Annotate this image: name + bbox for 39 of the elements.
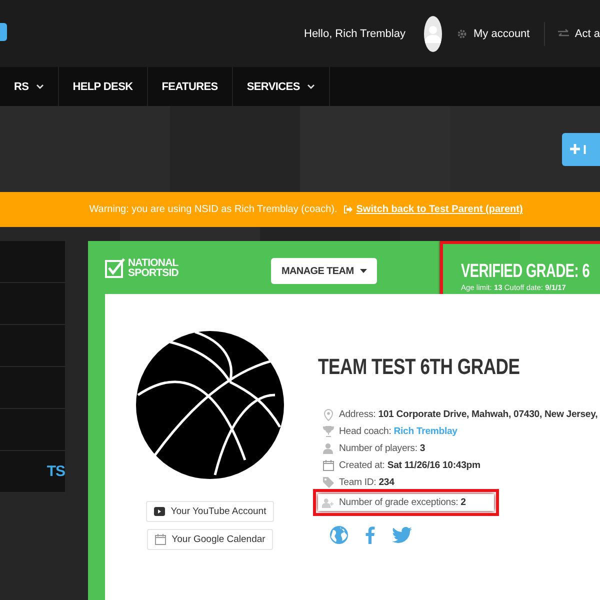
plus-icon [570,144,580,154]
twitter-icon[interactable] [392,527,412,543]
video-icon [154,507,165,516]
user-icon [323,443,333,454]
avatar[interactable] [424,16,442,52]
chevron-down-icon [306,84,315,89]
swap-arrows-icon [558,29,569,38]
checkbox-icon [105,258,125,278]
detail-text: Created at: Sat 11/26/16 10:43pm [339,460,480,471]
detail-text: Team ID: 234 [339,477,394,488]
link-button[interactable]: Your Google Calendar [146,529,274,550]
calendar-icon [154,534,166,545]
link-button[interactable]: Your YouTube Account [146,501,274,522]
act-as-link[interactable]: Act a [558,28,600,40]
map-pin-icon [324,408,332,420]
logo-fragment[interactable] [0,23,7,41]
warning-text: Warning: you are using NSID as Rich Tremblay (coach). [89,204,338,215]
tag-icon [322,477,334,488]
detail-text: Number of grade exceptions: 2 [339,497,466,508]
facebook-icon[interactable] [365,526,375,544]
chevron-down-icon [36,84,44,89]
add-user-icon [322,498,334,508]
settings-icon [457,28,468,38]
team-name: TEAM TEST 6TH GRADE [318,355,520,379]
verified-grade-title: VERIFIED GRADE: 6 [461,262,590,282]
trophy-icon [322,426,334,437]
detail-text: Number of players: 3 [339,443,426,454]
globe-icon[interactable] [330,526,348,544]
detail-text: Head coach: Rich Tremblay [339,426,458,437]
brand-text: NATIONAL [128,258,178,268]
greeting-text: Hello, Rich Tremblay [304,28,406,40]
sidebar-item[interactable]: TS [0,463,65,480]
calendar-icon [322,460,334,471]
caret-icon [360,269,367,273]
manage-team-button[interactable]: MANAGE TEAM [271,258,377,284]
sign-in-icon [343,205,354,214]
brand-text: SPORTSID [128,268,178,278]
detail-text: Address: 101 Corporate Drive, Mahwah, 07430, New Jersey, [339,409,598,420]
my-account-link[interactable]: My account [457,28,530,40]
